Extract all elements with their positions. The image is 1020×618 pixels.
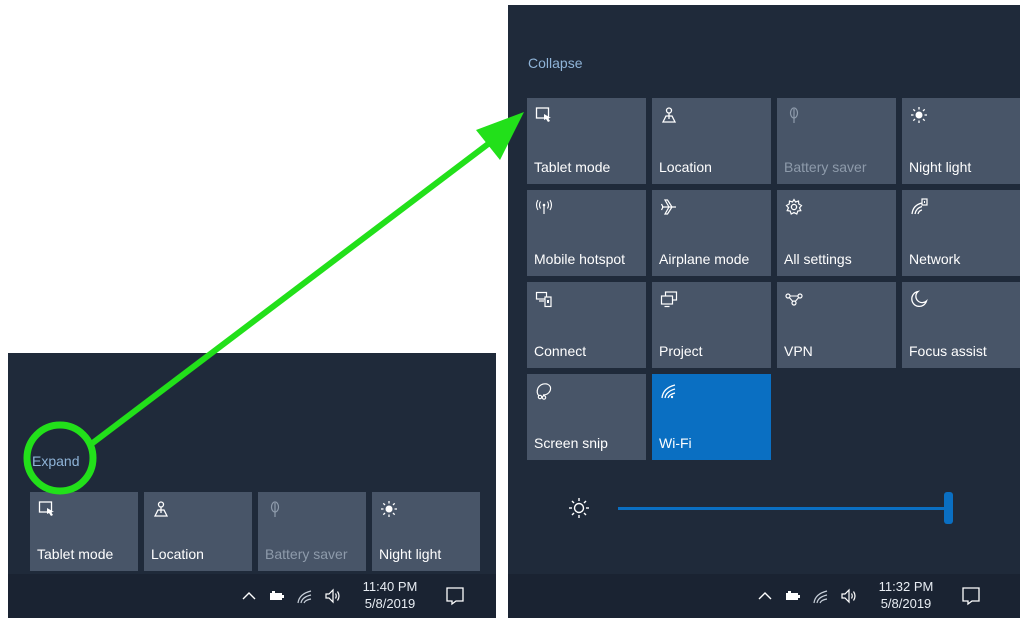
connect-icon (535, 290, 553, 308)
quick-action-wi-fi[interactable]: Wi-Fi (652, 374, 771, 460)
wifi-icon (660, 382, 678, 400)
taskbar-clock[interactable]: 11:40 PM 5/8/2019 (358, 578, 422, 612)
quick-action-location[interactable]: Location (652, 98, 771, 184)
quick-action-label: Tablet mode (534, 159, 611, 175)
brightness-sun-icon (568, 497, 590, 519)
night-light-icon (380, 500, 398, 518)
vpn-icon (785, 290, 803, 308)
quick-action-label: Wi-Fi (659, 435, 692, 451)
moon-icon (910, 290, 928, 308)
volume-icon[interactable] (840, 588, 858, 604)
show-hidden-icons-chevron-icon[interactable] (756, 588, 774, 604)
screen-snip-icon (535, 382, 553, 400)
quick-action-location[interactable]: Location (144, 492, 252, 571)
wifi-tray-icon[interactable] (812, 588, 830, 604)
quick-action-label: Focus assist (909, 343, 987, 359)
volume-icon[interactable] (324, 588, 342, 604)
quick-action-label: Location (151, 546, 204, 562)
action-center-collapsed: Expand Tablet mode Location Battery saver N… (8, 353, 496, 618)
battery-saver-icon (785, 106, 803, 124)
quick-action-tablet-mode[interactable]: Tablet mode (527, 98, 646, 184)
taskbar-clock[interactable]: 11:32 PM 5/8/2019 (874, 578, 938, 612)
action-center-notification-icon[interactable] (444, 585, 466, 607)
night-light-icon (910, 106, 928, 124)
quick-action-airplane-mode[interactable]: Airplane mode (652, 190, 771, 276)
quick-action-label: Connect (534, 343, 587, 359)
mobile-hotspot-icon (535, 198, 553, 216)
brightness-slider-track[interactable] (618, 507, 948, 510)
quick-action-label: Screen snip (534, 435, 608, 451)
clock-date: 5/8/2019 (880, 596, 932, 611)
quick-action-night-light[interactable]: Night light (902, 98, 1020, 184)
quick-action-label: Night light (379, 546, 442, 562)
quick-action-mobile-hotspot[interactable]: Mobile hotspot (527, 190, 646, 276)
quick-action-label: VPN (784, 343, 813, 359)
quick-action-label: Tablet mode (37, 546, 114, 562)
tablet-mode-icon (535, 106, 553, 124)
quick-action-project[interactable]: Project (652, 282, 771, 368)
clock-time: 11:40 PM (362, 579, 418, 594)
show-hidden-icons-chevron-icon[interactable] (240, 588, 258, 604)
quick-action-label: Night light (909, 159, 972, 175)
action-center-notification-icon[interactable] (960, 585, 982, 607)
quick-action-label: Location (659, 159, 712, 175)
airplane-icon (660, 198, 678, 216)
location-icon (152, 500, 170, 518)
quick-action-tablet-mode[interactable]: Tablet mode (30, 492, 138, 571)
collapse-link[interactable]: Collapse (528, 55, 582, 71)
quick-action-battery-saver[interactable]: Battery saver (258, 492, 366, 571)
project-icon (660, 290, 678, 308)
quick-action-label: Battery saver (784, 159, 867, 175)
wifi-tray-icon[interactable] (296, 588, 314, 604)
battery-saver-icon (266, 500, 284, 518)
quick-action-focus-assist[interactable]: Focus assist (902, 282, 1020, 368)
quick-action-label: Mobile hotspot (534, 251, 626, 267)
gear-icon (785, 198, 803, 216)
quick-action-screen-snip[interactable]: Screen snip (527, 374, 646, 460)
quick-action-label: Battery saver (265, 546, 348, 562)
battery-icon[interactable] (268, 588, 286, 604)
clock-date: 5/8/2019 (364, 596, 416, 611)
quick-action-label: Project (659, 343, 703, 359)
quick-action-night-light[interactable]: Night light (372, 492, 480, 571)
quick-action-label: All settings (784, 251, 852, 267)
clock-time: 11:32 PM (878, 579, 934, 594)
quick-action-all-settings[interactable]: All settings (777, 190, 896, 276)
location-icon (660, 106, 678, 124)
action-center-expanded: Collapse Tablet mode Location Battery save… (508, 5, 1020, 618)
network-icon (910, 198, 928, 216)
expand-link[interactable]: Expand (32, 453, 79, 469)
taskbar: 11:32 PM 5/8/2019 (508, 574, 1020, 618)
quick-action-battery-saver[interactable]: Battery saver (777, 98, 896, 184)
quick-action-network[interactable]: Network (902, 190, 1020, 276)
brightness-slider-thumb[interactable] (944, 492, 953, 524)
tablet-mode-icon (38, 500, 56, 518)
quick-action-label: Airplane mode (659, 251, 750, 267)
quick-action-vpn[interactable]: VPN (777, 282, 896, 368)
quick-action-label: Network (909, 251, 961, 267)
battery-icon[interactable] (784, 588, 802, 604)
taskbar: 11:40 PM 5/8/2019 (8, 574, 496, 618)
quick-action-connect[interactable]: Connect (527, 282, 646, 368)
